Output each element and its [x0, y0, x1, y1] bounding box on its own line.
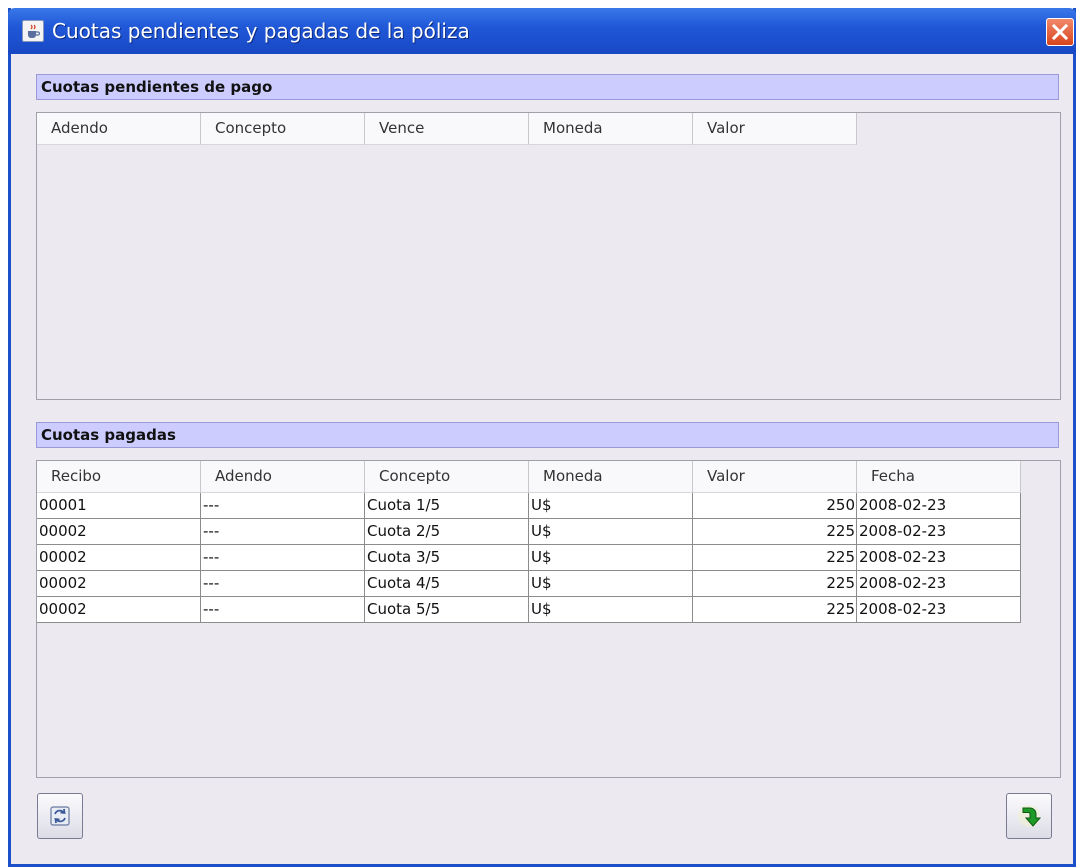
table-cell: ---: [201, 493, 365, 519]
close-button[interactable]: [1046, 18, 1074, 46]
dialog-window: Cuotas pendientes y pagadas de la póliza…: [8, 8, 1076, 867]
pending-installments-table[interactable]: Adendo Concepto Vence Moneda Valor: [36, 112, 1061, 400]
pending-column-header[interactable]: Moneda: [529, 113, 693, 145]
paid-rows: 00001 --- Cuota 1/5 U$ 250 2008-02-23 00002 ---…: [37, 493, 1021, 623]
table-cell: 00002: [37, 519, 201, 545]
table-cell: 2008-02-23: [857, 545, 1021, 571]
table-row[interactable]: 00001 --- Cuota 1/5 U$ 250 2008-02-23: [37, 493, 1021, 519]
paid-column-header[interactable]: Valor: [693, 461, 857, 493]
pending-column-header[interactable]: Vence: [365, 113, 529, 145]
table-cell: Cuota 3/5: [365, 545, 529, 571]
table-cell: 250: [693, 493, 857, 519]
table-cell: 2008-02-23: [857, 597, 1021, 623]
java-cup-icon: [22, 20, 44, 42]
table-cell: 00002: [37, 597, 201, 623]
table-cell: 00002: [37, 545, 201, 571]
table-cell: ---: [201, 545, 365, 571]
table-row[interactable]: 00002 --- Cuota 3/5 U$ 225 2008-02-23: [37, 545, 1021, 571]
table-cell: U$: [529, 519, 693, 545]
paid-section-header: Cuotas pagadas: [36, 422, 1059, 448]
table-row[interactable]: 00002 --- Cuota 2/5 U$ 225 2008-02-23: [37, 519, 1021, 545]
paid-column-headers: Recibo Adendo Concepto Moneda Valor Fecha: [37, 461, 1021, 493]
table-cell: 2008-02-23: [857, 493, 1021, 519]
table-cell: 225: [693, 571, 857, 597]
window-title: Cuotas pendientes y pagadas de la póliza: [52, 19, 470, 43]
table-cell: Cuota 2/5: [365, 519, 529, 545]
refresh-icon: [50, 806, 70, 826]
pending-column-header[interactable]: Valor: [693, 113, 857, 145]
table-cell: 225: [693, 545, 857, 571]
table-cell: Cuota 4/5: [365, 571, 529, 597]
table-cell: ---: [201, 571, 365, 597]
paid-column-header[interactable]: Adendo: [201, 461, 365, 493]
paid-column-header[interactable]: Moneda: [529, 461, 693, 493]
paid-installments-table[interactable]: Recibo Adendo Concepto Moneda Valor Fecha 000…: [36, 460, 1061, 778]
pending-column-header[interactable]: Adendo: [37, 113, 201, 145]
table-cell: 2008-02-23: [857, 519, 1021, 545]
table-cell: ---: [201, 519, 365, 545]
title-bar[interactable]: Cuotas pendientes y pagadas de la póliza: [8, 8, 1076, 54]
table-cell: Cuota 1/5: [365, 493, 529, 519]
paid-column-header[interactable]: Concepto: [365, 461, 529, 493]
exit-button[interactable]: [1006, 793, 1052, 839]
table-cell: U$: [529, 493, 693, 519]
table-cell: Cuota 5/5: [365, 597, 529, 623]
table-cell: 00002: [37, 571, 201, 597]
table-cell: U$: [529, 571, 693, 597]
table-cell: 225: [693, 519, 857, 545]
close-icon: [1051, 23, 1069, 41]
paid-column-header[interactable]: Recibo: [37, 461, 201, 493]
paid-column-header[interactable]: Fecha: [857, 461, 1021, 493]
table-row[interactable]: 00002 --- Cuota 5/5 U$ 225 2008-02-23: [37, 597, 1021, 623]
pending-column-headers: Adendo Concepto Vence Moneda Valor: [37, 113, 857, 145]
pending-column-header[interactable]: Concepto: [201, 113, 365, 145]
refresh-button[interactable]: [37, 793, 83, 839]
pending-section-header: Cuotas pendientes de pago: [36, 74, 1059, 100]
table-cell: 2008-02-23: [857, 571, 1021, 597]
table-cell: U$: [529, 545, 693, 571]
table-cell: ---: [201, 597, 365, 623]
table-row[interactable]: 00002 --- Cuota 4/5 U$ 225 2008-02-23: [37, 571, 1021, 597]
table-cell: U$: [529, 597, 693, 623]
green-return-arrow-icon: [1018, 805, 1042, 827]
table-cell: 00001: [37, 493, 201, 519]
table-cell: 225: [693, 597, 857, 623]
